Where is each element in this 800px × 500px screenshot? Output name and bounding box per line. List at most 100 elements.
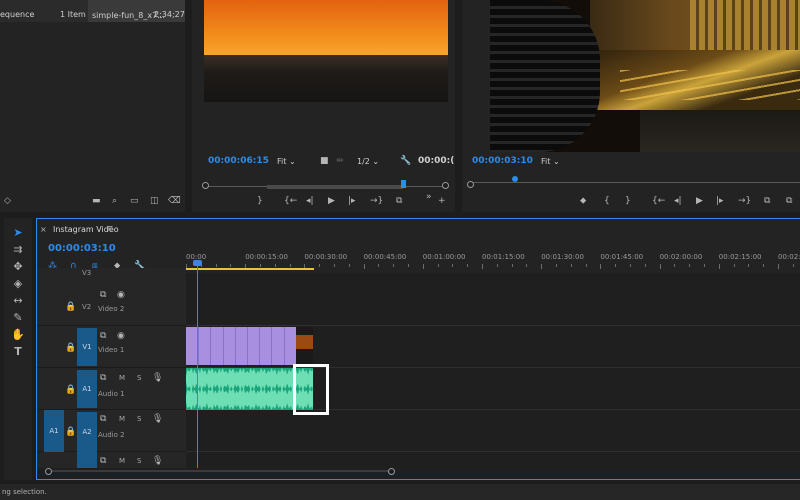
track-v1-target[interactable]: V1: [77, 328, 97, 366]
track-a2-target[interactable]: A2: [77, 412, 97, 452]
step-back-icon[interactable]: ◂|: [306, 196, 314, 206]
step-forward-icon[interactable]: |▸: [716, 196, 724, 206]
track-a3-target[interactable]: [77, 452, 97, 468]
sync-lock-icon[interactable]: ⧉: [100, 414, 106, 424]
eye-icon[interactable]: ◉: [117, 290, 125, 300]
play-icon[interactable]: ▶: [696, 196, 703, 206]
source-end-timecode: 00:00:(: [418, 156, 455, 166]
program-playhead[interactable]: [512, 176, 518, 182]
menu-icon[interactable]: ≡: [106, 224, 114, 234]
solo-button[interactable]: S: [137, 374, 141, 382]
go-to-in-icon[interactable]: {←: [652, 196, 665, 206]
project-panel: equence 1 Item simple-fun_8_x7... 2;34;2…: [0, 0, 185, 212]
program-fit-dropdown[interactable]: Fit ⌄: [538, 156, 563, 167]
sync-lock-icon[interactable]: ⧉: [100, 373, 106, 383]
insert-clip-icon[interactable]: ⧉: [396, 196, 402, 206]
work-area-bar[interactable]: [186, 268, 314, 270]
play-icon[interactable]: ▶: [328, 196, 335, 206]
microphone-icon[interactable]: 🎙: [152, 373, 163, 383]
lock-icon[interactable]: 🔒: [65, 385, 76, 395]
ruler-tick: [541, 264, 543, 269]
pen-tool-icon[interactable]: ✎: [10, 312, 26, 327]
source-timecode[interactable]: 00:00:06:15: [208, 156, 269, 166]
chevron-down-icon: ⌄: [372, 157, 380, 166]
sync-lock-icon[interactable]: ⧉: [100, 290, 106, 300]
lock-icon[interactable]: 🔒: [65, 427, 76, 437]
extract-icon[interactable]: ⧉: [786, 196, 792, 206]
lock-icon[interactable]: 🔒: [65, 343, 76, 353]
ruler-tick: [644, 264, 646, 267]
ruler-tick: [748, 264, 750, 267]
insert-icon[interactable]: ■: [320, 156, 329, 166]
program-monitor-frame: [490, 0, 800, 152]
program-timecode[interactable]: 00:00:03:10: [472, 156, 533, 166]
track-a1-target[interactable]: A1: [77, 370, 97, 408]
ruler-label: 00:00:30:00: [304, 253, 348, 261]
add-button-icon[interactable]: +: [438, 196, 446, 206]
program-scrub-bar[interactable]: [467, 176, 800, 188]
mark-out-icon[interactable]: }: [625, 196, 631, 206]
mute-button[interactable]: M: [119, 374, 125, 382]
new-item-icon[interactable]: ◫: [150, 196, 159, 206]
source-resolution-dropdown[interactable]: 1/2 ⌄: [354, 156, 382, 167]
new-bin-icon[interactable]: ▭: [130, 196, 139, 206]
mute-button[interactable]: M: [119, 415, 125, 423]
hand-tool-icon[interactable]: ✋: [10, 329, 26, 344]
more-controls-icon[interactable]: »: [426, 192, 432, 202]
bin-list-icon[interactable]: ▬: [92, 196, 101, 206]
microphone-icon[interactable]: 🎙: [152, 414, 163, 424]
razor-tool-icon[interactable]: ◈: [10, 278, 26, 293]
mute-button[interactable]: M: [119, 457, 125, 465]
scroll-end-handle[interactable]: [388, 468, 395, 475]
track-select-tool-icon[interactable]: ⇉: [10, 244, 26, 259]
track-a2[interactable]: [186, 410, 800, 452]
go-to-out-icon[interactable]: →}: [370, 196, 383, 206]
slip-tool-icon[interactable]: ↔: [10, 295, 26, 310]
mark-in-icon[interactable]: {: [604, 196, 610, 206]
video-clip-tail[interactable]: [296, 327, 313, 365]
step-back-icon[interactable]: ◂|: [674, 196, 682, 206]
track-v1-label: V1: [82, 343, 92, 351]
playhead[interactable]: [197, 262, 198, 468]
eye-icon[interactable]: ◉: [117, 331, 125, 341]
go-to-out-icon[interactable]: →}: [738, 196, 751, 206]
solo-button[interactable]: S: [137, 457, 141, 465]
sync-lock-icon[interactable]: ⧉: [100, 456, 106, 466]
ruler-tick: [260, 264, 261, 267]
mark-out-icon[interactable]: }: [257, 196, 263, 206]
source-fit-dropdown[interactable]: Fit ⌄: [274, 156, 299, 167]
lock-icon[interactable]: 🔒: [65, 302, 76, 312]
ruler-tick: [570, 264, 572, 267]
video-clip[interactable]: [186, 327, 296, 365]
source-a1-patch[interactable]: A1: [44, 410, 64, 452]
timeline-horizontal-scrollbar[interactable]: [45, 468, 395, 475]
track-v2[interactable]: [186, 284, 800, 326]
source-playhead[interactable]: [401, 180, 406, 188]
solo-button[interactable]: S: [137, 415, 141, 423]
timeline-timecode[interactable]: 00:00:03:10: [48, 243, 116, 254]
source-scrub-end[interactable]: [442, 182, 449, 189]
scroll-start-handle[interactable]: [45, 468, 52, 475]
type-tool-icon[interactable]: T: [10, 346, 26, 361]
chevron-icon[interactable]: ◇: [4, 196, 11, 206]
microphone-icon[interactable]: 🎙: [152, 456, 163, 466]
ruler-tick: [585, 264, 587, 267]
track-a1-label: A1: [82, 385, 92, 393]
source-scrub-start[interactable]: [202, 182, 209, 189]
track-a1-header: [37, 368, 186, 410]
wrench-icon[interactable]: 🔧: [400, 156, 411, 166]
sync-lock-icon[interactable]: ⧉: [100, 331, 106, 341]
trash-icon[interactable]: ⌫: [168, 196, 181, 206]
step-forward-icon[interactable]: |▸: [348, 196, 356, 206]
marker-icon[interactable]: ⬥: [580, 196, 586, 206]
overwrite-icon[interactable]: ⇹: [336, 156, 344, 166]
selection-tool-icon[interactable]: ➤: [10, 227, 26, 242]
program-scrub-start[interactable]: [467, 181, 474, 188]
lift-icon[interactable]: ⧉: [764, 196, 770, 206]
close-icon[interactable]: ×: [40, 225, 47, 235]
track-v2-label: V2: [82, 303, 92, 311]
source-scrub-bar[interactable]: [202, 180, 449, 192]
ripple-edit-tool-icon[interactable]: ✥: [10, 261, 26, 276]
go-to-in-icon[interactable]: {←: [284, 196, 297, 206]
search-icon[interactable]: ⌕: [112, 196, 117, 206]
